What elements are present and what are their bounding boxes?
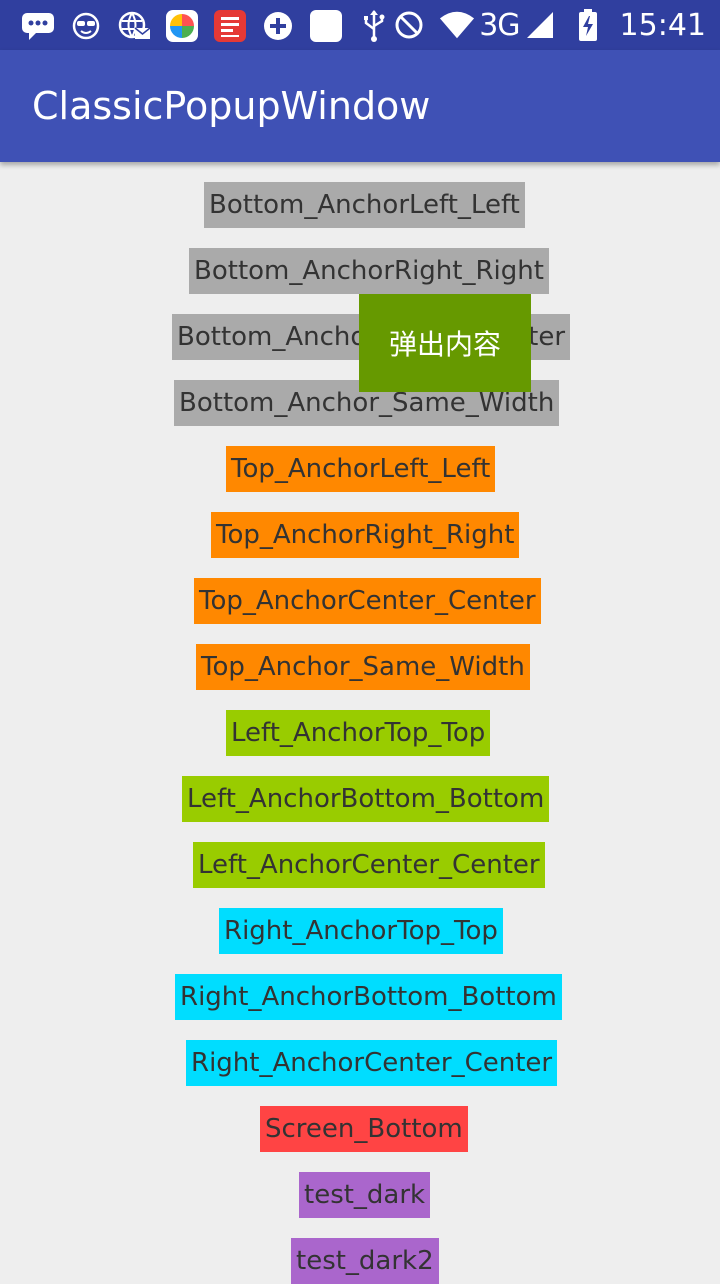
- wifi-icon: [439, 7, 475, 43]
- button-top-anchorcenter-center[interactable]: Top_AnchorCenter_Center: [194, 578, 541, 624]
- do-not-disturb-icon: [391, 7, 427, 43]
- network-type-label: 3G: [479, 7, 520, 43]
- colorful-app-icon: [164, 8, 200, 44]
- blank-square-icon: [308, 8, 344, 44]
- button-left-anchortop-top[interactable]: Left_AnchorTop_Top: [226, 710, 491, 756]
- status-right-icons: 3G 15:41: [391, 6, 706, 44]
- sunglasses-face-icon: [68, 8, 104, 44]
- popup-text: 弹出内容: [388, 328, 501, 361]
- button-top-anchor-same-width[interactable]: Top_Anchor_Same_Width: [196, 644, 530, 690]
- globe-mail-icon: [116, 8, 152, 44]
- button-screen-bottom[interactable]: Screen_Bottom: [260, 1106, 468, 1152]
- button-top-anchorright-right[interactable]: Top_AnchorRight_Right: [211, 512, 520, 558]
- signal-strength-icon: [522, 7, 558, 43]
- status-time: 15:41: [619, 7, 706, 43]
- app-title: ClassicPopupWindow: [32, 84, 431, 128]
- popup-window[interactable]: 弹出内容: [359, 294, 531, 392]
- button-top-anchorleft-left[interactable]: Top_AnchorLeft_Left: [226, 446, 496, 492]
- status-left-icons: [20, 8, 404, 44]
- red-news-app-icon: [212, 8, 248, 44]
- plus-circle-icon: [260, 8, 296, 44]
- button-test-dark[interactable]: test_dark: [299, 1172, 431, 1218]
- status-bar: 3G 15:41: [0, 0, 720, 50]
- battery-charging-icon: [570, 7, 606, 43]
- usb-icon: [356, 8, 392, 44]
- button-test-dark2[interactable]: test_dark2: [291, 1238, 439, 1284]
- button-left-anchorbottom-bottom[interactable]: Left_AnchorBottom_Bottom: [182, 776, 550, 822]
- app-bar: ClassicPopupWindow: [0, 50, 720, 162]
- button-right-anchorcenter-center[interactable]: Right_AnchorCenter_Center: [186, 1040, 558, 1086]
- button-left-anchorcenter-center[interactable]: Left_AnchorCenter_Center: [193, 842, 545, 888]
- button-bottom-anchorright-right[interactable]: Bottom_AnchorRight_Right: [189, 248, 549, 294]
- button-right-anchorbottom-bottom[interactable]: Right_AnchorBottom_Bottom: [175, 974, 562, 1020]
- chat-bubble-icon: [20, 8, 56, 44]
- button-bottom-anchorleft-left[interactable]: Bottom_AnchorLeft_Left: [204, 182, 525, 228]
- button-right-anchortop-top[interactable]: Right_AnchorTop_Top: [219, 908, 503, 954]
